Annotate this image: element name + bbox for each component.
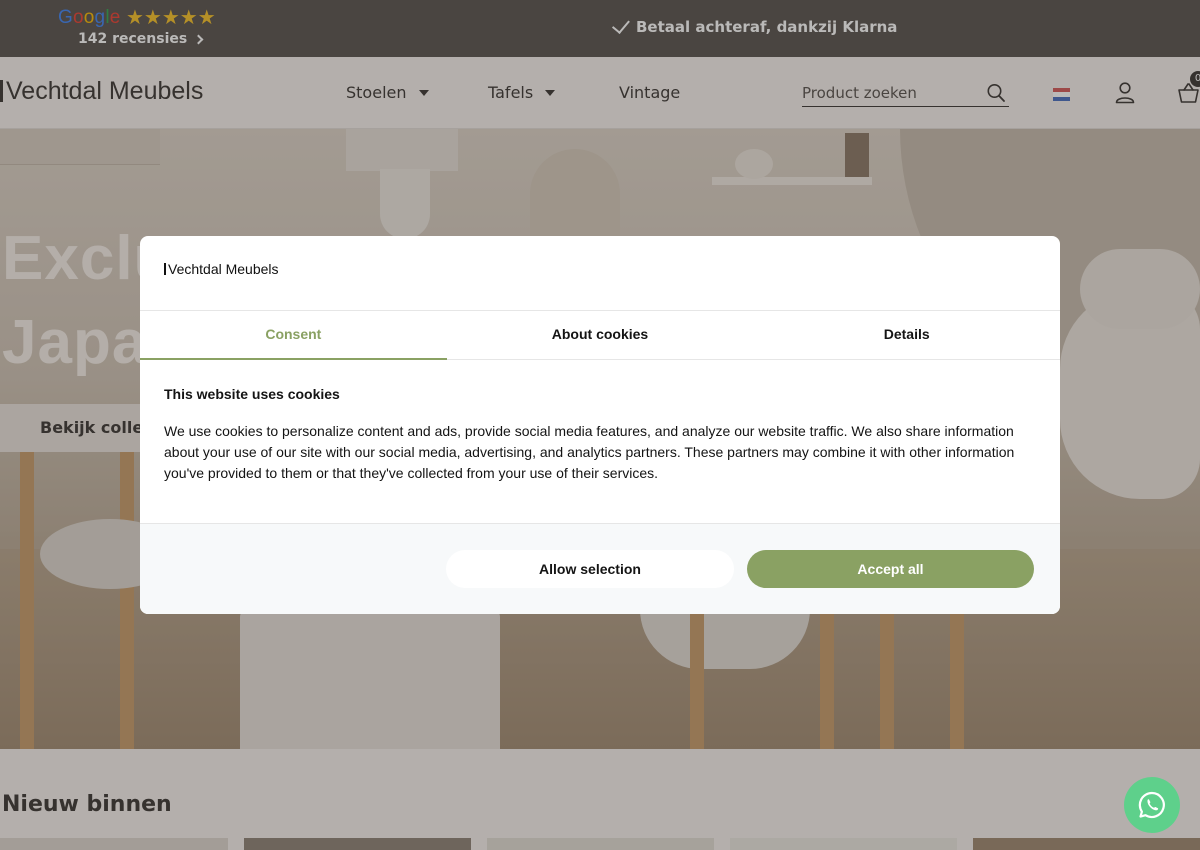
dialog-body-text: We use cookies to personalize content an… <box>164 423 1015 481</box>
tab-details[interactable]: Details <box>753 311 1060 359</box>
cookie-tabs: Consent About cookies Details <box>140 310 1060 360</box>
cookie-consent-dialog: Vechtdal Meubels Consent About cookies D… <box>140 236 1060 614</box>
dialog-logo-text: Vechtdal Meubels <box>168 261 279 277</box>
whatsapp-button[interactable] <box>1124 777 1180 833</box>
dialog-logo: Vechtdal Meubels <box>164 261 279 277</box>
whatsapp-icon <box>1138 791 1165 819</box>
allow-selection-button[interactable]: Allow selection <box>446 550 734 588</box>
accept-all-button[interactable]: Accept all <box>747 550 1034 588</box>
tab-about-cookies[interactable]: About cookies <box>447 311 754 359</box>
dialog-footer: Allow selection Accept all <box>140 523 1060 614</box>
tab-consent[interactable]: Consent <box>140 311 447 360</box>
dialog-heading: This website uses cookies <box>164 386 340 402</box>
logo-mark <box>164 263 166 275</box>
